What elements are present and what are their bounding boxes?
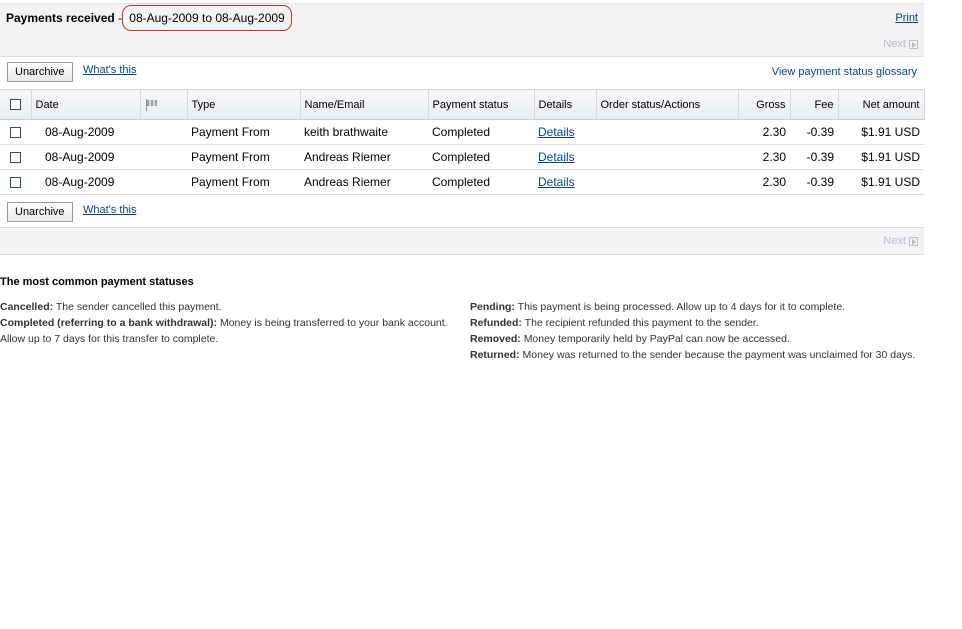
col-header-payment-status[interactable]: Payment status (428, 89, 535, 120)
unarchive-button-bottom[interactable]: Unarchive (7, 202, 73, 222)
glossary-term: Cancelled: (0, 301, 54, 313)
select-all-cell (0, 89, 32, 120)
table-row: 08-Aug-2009 Payment From Andreas Riemer … (0, 144, 924, 170)
next-page-button-bottom[interactable]: Next (883, 235, 918, 247)
cell-type: Payment From (187, 119, 300, 145)
cell-name: keith brathwaite (300, 119, 428, 145)
next-label: Next (883, 235, 906, 247)
glossary-term: Returned: (470, 349, 520, 361)
col-header-date[interactable]: Date (31, 89, 141, 120)
row-checkbox[interactable] (10, 127, 21, 139)
glossary-entry: Completed (referring to a bank withdrawa… (0, 315, 448, 347)
glossary-desc: Money was returned to the sender because… (522, 349, 916, 361)
cell-name: Andreas Riemer (300, 144, 428, 170)
cell-flag (140, 144, 187, 170)
payment-status-glossary-link[interactable]: View payment status glossary (772, 66, 917, 78)
bottom-action-bar: Unarchive What's this (0, 197, 924, 227)
glossary-entry: Refunded: The recipient refunded this pa… (470, 315, 918, 331)
next-arrow-icon (909, 39, 918, 49)
cell-details: Details (534, 144, 596, 170)
glossary-desc: The recipient refunded this payment to t… (524, 317, 759, 329)
cell-date: 08-Aug-2009 (31, 169, 140, 195)
col-header-flag[interactable] (140, 89, 188, 120)
col-header-fee[interactable]: Fee (790, 89, 839, 120)
cell-details: Details (534, 169, 596, 195)
cell-status: Completed (428, 169, 534, 195)
row-select-cell (0, 119, 31, 145)
top-pager: Next (0, 31, 924, 57)
cell-fee: -0.39 (790, 169, 838, 195)
row-checkbox[interactable] (10, 152, 21, 164)
glossary-right-column: Pending: This payment is being processed… (470, 299, 918, 363)
details-link[interactable]: Details (538, 150, 575, 164)
cell-status: Completed (428, 144, 534, 170)
bottom-pager: Next (0, 227, 924, 255)
whats-this-link[interactable]: What's this (83, 64, 136, 76)
row-select-cell (0, 144, 31, 170)
payments-table: Date Type Name/Email Payment status Deta… (0, 89, 925, 195)
cell-order-status (596, 169, 738, 195)
col-header-order-status: Order status/Actions (596, 89, 739, 120)
glossary-entry: Pending: This payment is being processed… (470, 299, 918, 315)
cell-order-status (596, 144, 738, 170)
select-all-checkbox[interactable] (9, 99, 21, 111)
next-arrow-icon (909, 236, 918, 246)
cell-date: 08-Aug-2009 (31, 144, 140, 170)
flag-icon (145, 98, 159, 111)
cell-status: Completed (428, 119, 534, 145)
row-checkbox[interactable] (10, 177, 21, 189)
glossary-term: Pending: (470, 301, 515, 313)
col-header-details: Details (534, 89, 597, 120)
cell-order-status (596, 119, 738, 145)
row-select-cell (0, 169, 31, 195)
glossary-term: Completed (referring to a bank withdrawa… (0, 317, 218, 329)
cell-net: $1.91 USD (838, 169, 924, 195)
cell-flag (140, 119, 187, 145)
table-header-row: Date Type Name/Email Payment status Deta… (0, 89, 925, 120)
glossary-desc: The sender cancelled this payment. (55, 301, 222, 313)
print-link[interactable]: Print (895, 12, 918, 24)
cell-flag (140, 169, 187, 195)
col-header-gross[interactable]: Gross (738, 89, 791, 120)
cell-net: $1.91 USD (838, 119, 924, 145)
unarchive-button[interactable]: Unarchive (7, 62, 73, 82)
glossary-left-column: Cancelled: The sender cancelled this pay… (0, 299, 448, 347)
cell-type: Payment From (187, 144, 300, 170)
page-header: Payments received - 08-Aug-2009 to 08-Au… (0, 3, 924, 32)
table-row: 08-Aug-2009 Payment From keith brathwait… (0, 119, 924, 145)
cell-details: Details (534, 119, 596, 145)
glossary-entry: Cancelled: The sender cancelled this pay… (0, 299, 448, 315)
details-link[interactable]: Details (538, 125, 575, 139)
details-link[interactable]: Details (538, 175, 575, 189)
glossary-title: The most common payment statuses (0, 276, 194, 288)
glossary-desc: This payment is being processed. Allow u… (517, 301, 846, 313)
glossary-term: Refunded: (470, 317, 522, 329)
whats-this-link-bottom[interactable]: What's this (83, 204, 136, 216)
col-header-type[interactable]: Type (187, 89, 301, 120)
glossary-entry: Removed: Money temporarily held by PayPa… (470, 331, 918, 347)
next-page-button[interactable]: Next (883, 38, 918, 50)
glossary-term: Removed: (470, 333, 521, 345)
cell-name: Andreas Riemer (300, 169, 428, 195)
cell-gross: 2.30 (738, 119, 790, 145)
cell-fee: -0.39 (790, 144, 838, 170)
next-label: Next (883, 38, 906, 50)
glossary-entry: Returned: Money was returned to the send… (470, 347, 918, 363)
glossary-desc: Money temporarily held by PayPal can now… (523, 333, 790, 345)
col-header-name-email[interactable]: Name/Email (300, 89, 429, 120)
cell-gross: 2.30 (738, 144, 790, 170)
table-row: 08-Aug-2009 Payment From Andreas Riemer … (0, 169, 924, 195)
col-header-net-amount[interactable]: Net amount (838, 89, 925, 120)
date-range: 08-Aug-2009 to 08-Aug-2009 (122, 5, 292, 31)
top-action-bar: Unarchive What's this View payment statu… (0, 57, 924, 87)
page-title: Payments received (6, 11, 115, 25)
cell-type: Payment From (187, 169, 300, 195)
cell-date: 08-Aug-2009 (31, 119, 140, 145)
cell-gross: 2.30 (738, 169, 790, 195)
cell-fee: -0.39 (790, 119, 838, 145)
cell-net: $1.91 USD (838, 144, 924, 170)
